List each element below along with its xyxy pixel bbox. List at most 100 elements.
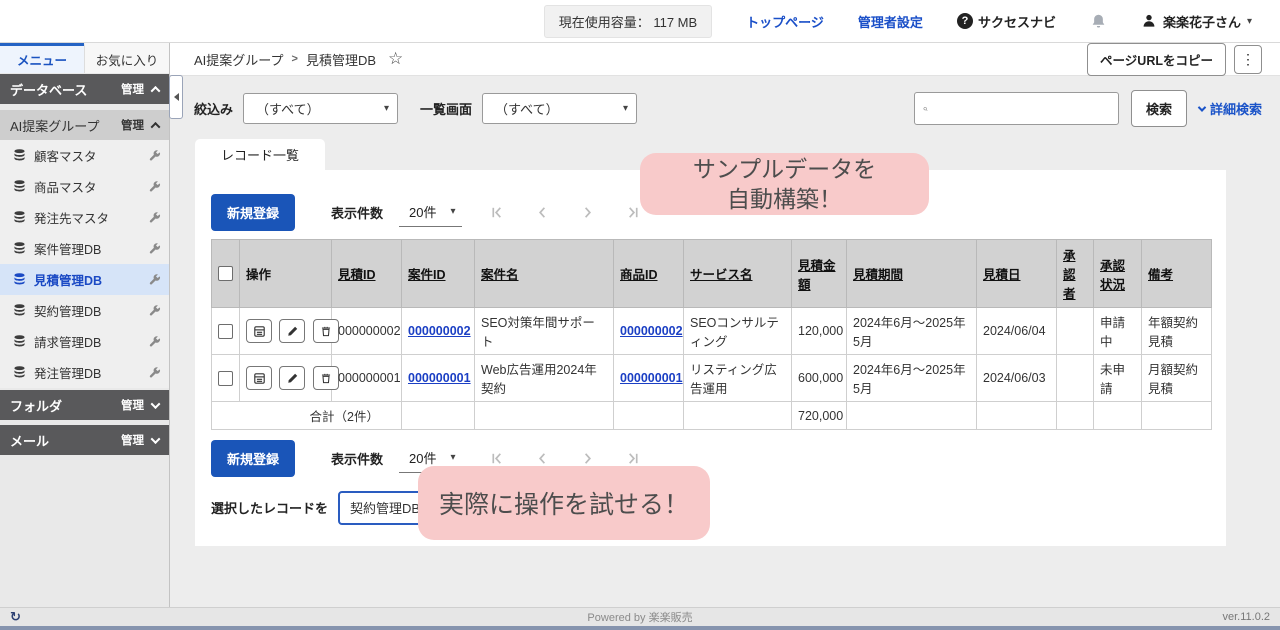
tab-record-list[interactable]: レコード一覧 xyxy=(195,139,325,170)
callout-line: サンプルデータを xyxy=(693,154,876,184)
breadcrumb-parent[interactable]: AI提案グループ xyxy=(194,50,284,69)
col-approver[interactable]: 承認者 xyxy=(1057,240,1094,308)
cell-period: 2024年6月～2025年5月 xyxy=(847,308,977,355)
sidebar-item-estimate-db[interactable]: 見積管理DB xyxy=(0,264,169,295)
sidebar-item-order-db[interactable]: 発注管理DB xyxy=(0,357,169,388)
search-field[interactable] xyxy=(914,92,1119,125)
section-folder[interactable]: フォルダ 管理 xyxy=(0,390,169,420)
mail-manage-link[interactable]: 管理 xyxy=(121,432,144,448)
footer: ↻ Powered by 楽楽販売 ver.11.0.2 xyxy=(0,607,1280,626)
col-status[interactable]: 承認状況 xyxy=(1094,240,1142,308)
wrench-icon[interactable] xyxy=(148,304,161,317)
sidebar-item-label: 案件管理DB xyxy=(34,239,141,258)
wrench-icon[interactable] xyxy=(148,149,161,162)
wrench-icon[interactable] xyxy=(148,180,161,193)
page-size-label: 表示件数 xyxy=(331,203,383,222)
sidebar-item-case-db[interactable]: 案件管理DB xyxy=(0,233,169,264)
wrench-icon[interactable] xyxy=(148,335,161,348)
row-checkbox[interactable] xyxy=(218,324,233,339)
col-case-id[interactable]: 案件ID xyxy=(402,240,475,308)
col-case-name[interactable]: 案件名 xyxy=(475,240,614,308)
last-page-icon[interactable] xyxy=(625,205,640,220)
ai-group-manage-link[interactable]: 管理 xyxy=(121,117,144,133)
notification-bell-icon[interactable] xyxy=(1090,13,1107,30)
detail-button[interactable] xyxy=(246,319,272,343)
storage-usage-value: 117 MB xyxy=(653,15,697,30)
search-input[interactable] xyxy=(934,101,1110,116)
page-size-value: 20件 xyxy=(409,448,436,467)
wrench-icon[interactable] xyxy=(148,211,161,224)
chevron-down-icon: ▾ xyxy=(451,206,456,217)
admin-settings-link[interactable]: 管理者設定 xyxy=(858,12,923,31)
reload-icon[interactable]: ↻ xyxy=(10,609,21,625)
breadcrumb: AI提案グループ > 見積管理DB ☆ ページURLをコピー ⋮ xyxy=(170,43,1280,76)
next-page-icon[interactable] xyxy=(580,451,595,466)
delete-button[interactable] xyxy=(313,366,339,390)
wrench-icon[interactable] xyxy=(148,242,161,255)
sidebar-item-contract-db[interactable]: 契約管理DB xyxy=(0,295,169,326)
page-size-select[interactable]: 20件 ▾ xyxy=(399,198,462,227)
view-filter-label: 一覧画面 xyxy=(420,99,472,118)
chevron-down-icon: ▾ xyxy=(1247,16,1252,27)
callout-line: 自動構築！ xyxy=(727,184,842,214)
question-icon: ? xyxy=(957,13,973,29)
sidebar-item-product-master[interactable]: 商品マスタ xyxy=(0,171,169,202)
prev-page-icon[interactable] xyxy=(535,451,550,466)
product-id-link[interactable]: 000000001 xyxy=(620,371,683,385)
col-note[interactable]: 備考 xyxy=(1142,240,1212,308)
narrow-filter-select[interactable]: （すべて） ▾ xyxy=(243,93,398,124)
advanced-search-link[interactable]: 詳細検索 xyxy=(1199,99,1262,118)
row-checkbox[interactable] xyxy=(218,371,233,386)
prev-page-icon[interactable] xyxy=(535,205,550,220)
tab-favorites[interactable]: お気に入り xyxy=(84,43,169,73)
select-all-checkbox[interactable] xyxy=(218,266,233,281)
first-page-icon[interactable] xyxy=(490,205,505,220)
sidebar-collapse-handle[interactable] xyxy=(169,75,183,119)
edit-button[interactable] xyxy=(279,319,305,343)
section-mail-label: メール xyxy=(10,431,49,450)
section-ai-group[interactable]: AI提案グループ 管理 xyxy=(0,110,169,140)
col-service-name[interactable]: サービス名 xyxy=(684,240,792,308)
database-icon xyxy=(12,272,27,287)
next-page-icon[interactable] xyxy=(580,205,595,220)
tab-menu[interactable]: メニュー xyxy=(0,43,84,73)
database-manage-link[interactable]: 管理 xyxy=(121,81,144,97)
narrow-filter-label: 絞込み xyxy=(194,99,233,118)
edit-button[interactable] xyxy=(279,366,305,390)
cell-service-name: SEOコンサルティング xyxy=(684,308,792,355)
user-menu[interactable]: 楽楽花子さん ▾ xyxy=(1141,12,1252,31)
case-id-link[interactable]: 000000001 xyxy=(408,371,471,385)
section-database-label: データベース xyxy=(10,80,87,99)
case-id-link[interactable]: 000000002 xyxy=(408,324,471,338)
favorite-star-icon[interactable]: ☆ xyxy=(388,49,403,69)
sidebar-item-label: 発注先マスタ xyxy=(34,208,141,227)
success-navi-link[interactable]: ? サクセスナビ xyxy=(957,12,1056,31)
sidebar-item-supplier-master[interactable]: 発注先マスタ xyxy=(0,202,169,233)
top-page-link[interactable]: トップページ xyxy=(746,12,824,31)
section-database[interactable]: データベース 管理 xyxy=(0,74,169,104)
copy-url-button[interactable]: ページURLをコピー xyxy=(1087,43,1226,76)
wrench-icon[interactable] xyxy=(148,273,161,286)
search-button[interactable]: 検索 xyxy=(1131,90,1187,127)
sidebar-item-customer-master[interactable]: 顧客マスタ xyxy=(0,140,169,171)
kebab-menu-button[interactable]: ⋮ xyxy=(1234,45,1262,74)
col-amount[interactable]: 見積金額 xyxy=(792,240,847,308)
product-id-link[interactable]: 000000002 xyxy=(620,324,683,338)
view-filter-select[interactable]: （すべて） ▾ xyxy=(482,93,637,124)
new-record-button[interactable]: 新規登録 xyxy=(211,194,295,231)
wrench-icon[interactable] xyxy=(148,366,161,379)
first-page-icon[interactable] xyxy=(490,451,505,466)
narrow-filter-value: （すべて） xyxy=(256,99,384,118)
folder-manage-link[interactable]: 管理 xyxy=(121,397,144,413)
col-estimate-id[interactable]: 見積ID xyxy=(332,240,402,308)
detail-button[interactable] xyxy=(246,366,272,390)
section-mail[interactable]: メール 管理 xyxy=(0,425,169,455)
new-record-button[interactable]: 新規登録 xyxy=(211,440,295,477)
col-date[interactable]: 見積日 xyxy=(977,240,1057,308)
delete-button[interactable] xyxy=(313,319,339,343)
last-page-icon[interactable] xyxy=(625,451,640,466)
col-product-id[interactable]: 商品ID xyxy=(614,240,684,308)
cell-service-name: リスティング広告運用 xyxy=(684,355,792,402)
sidebar-item-billing-db[interactable]: 請求管理DB xyxy=(0,326,169,357)
col-period[interactable]: 見積期間 xyxy=(847,240,977,308)
